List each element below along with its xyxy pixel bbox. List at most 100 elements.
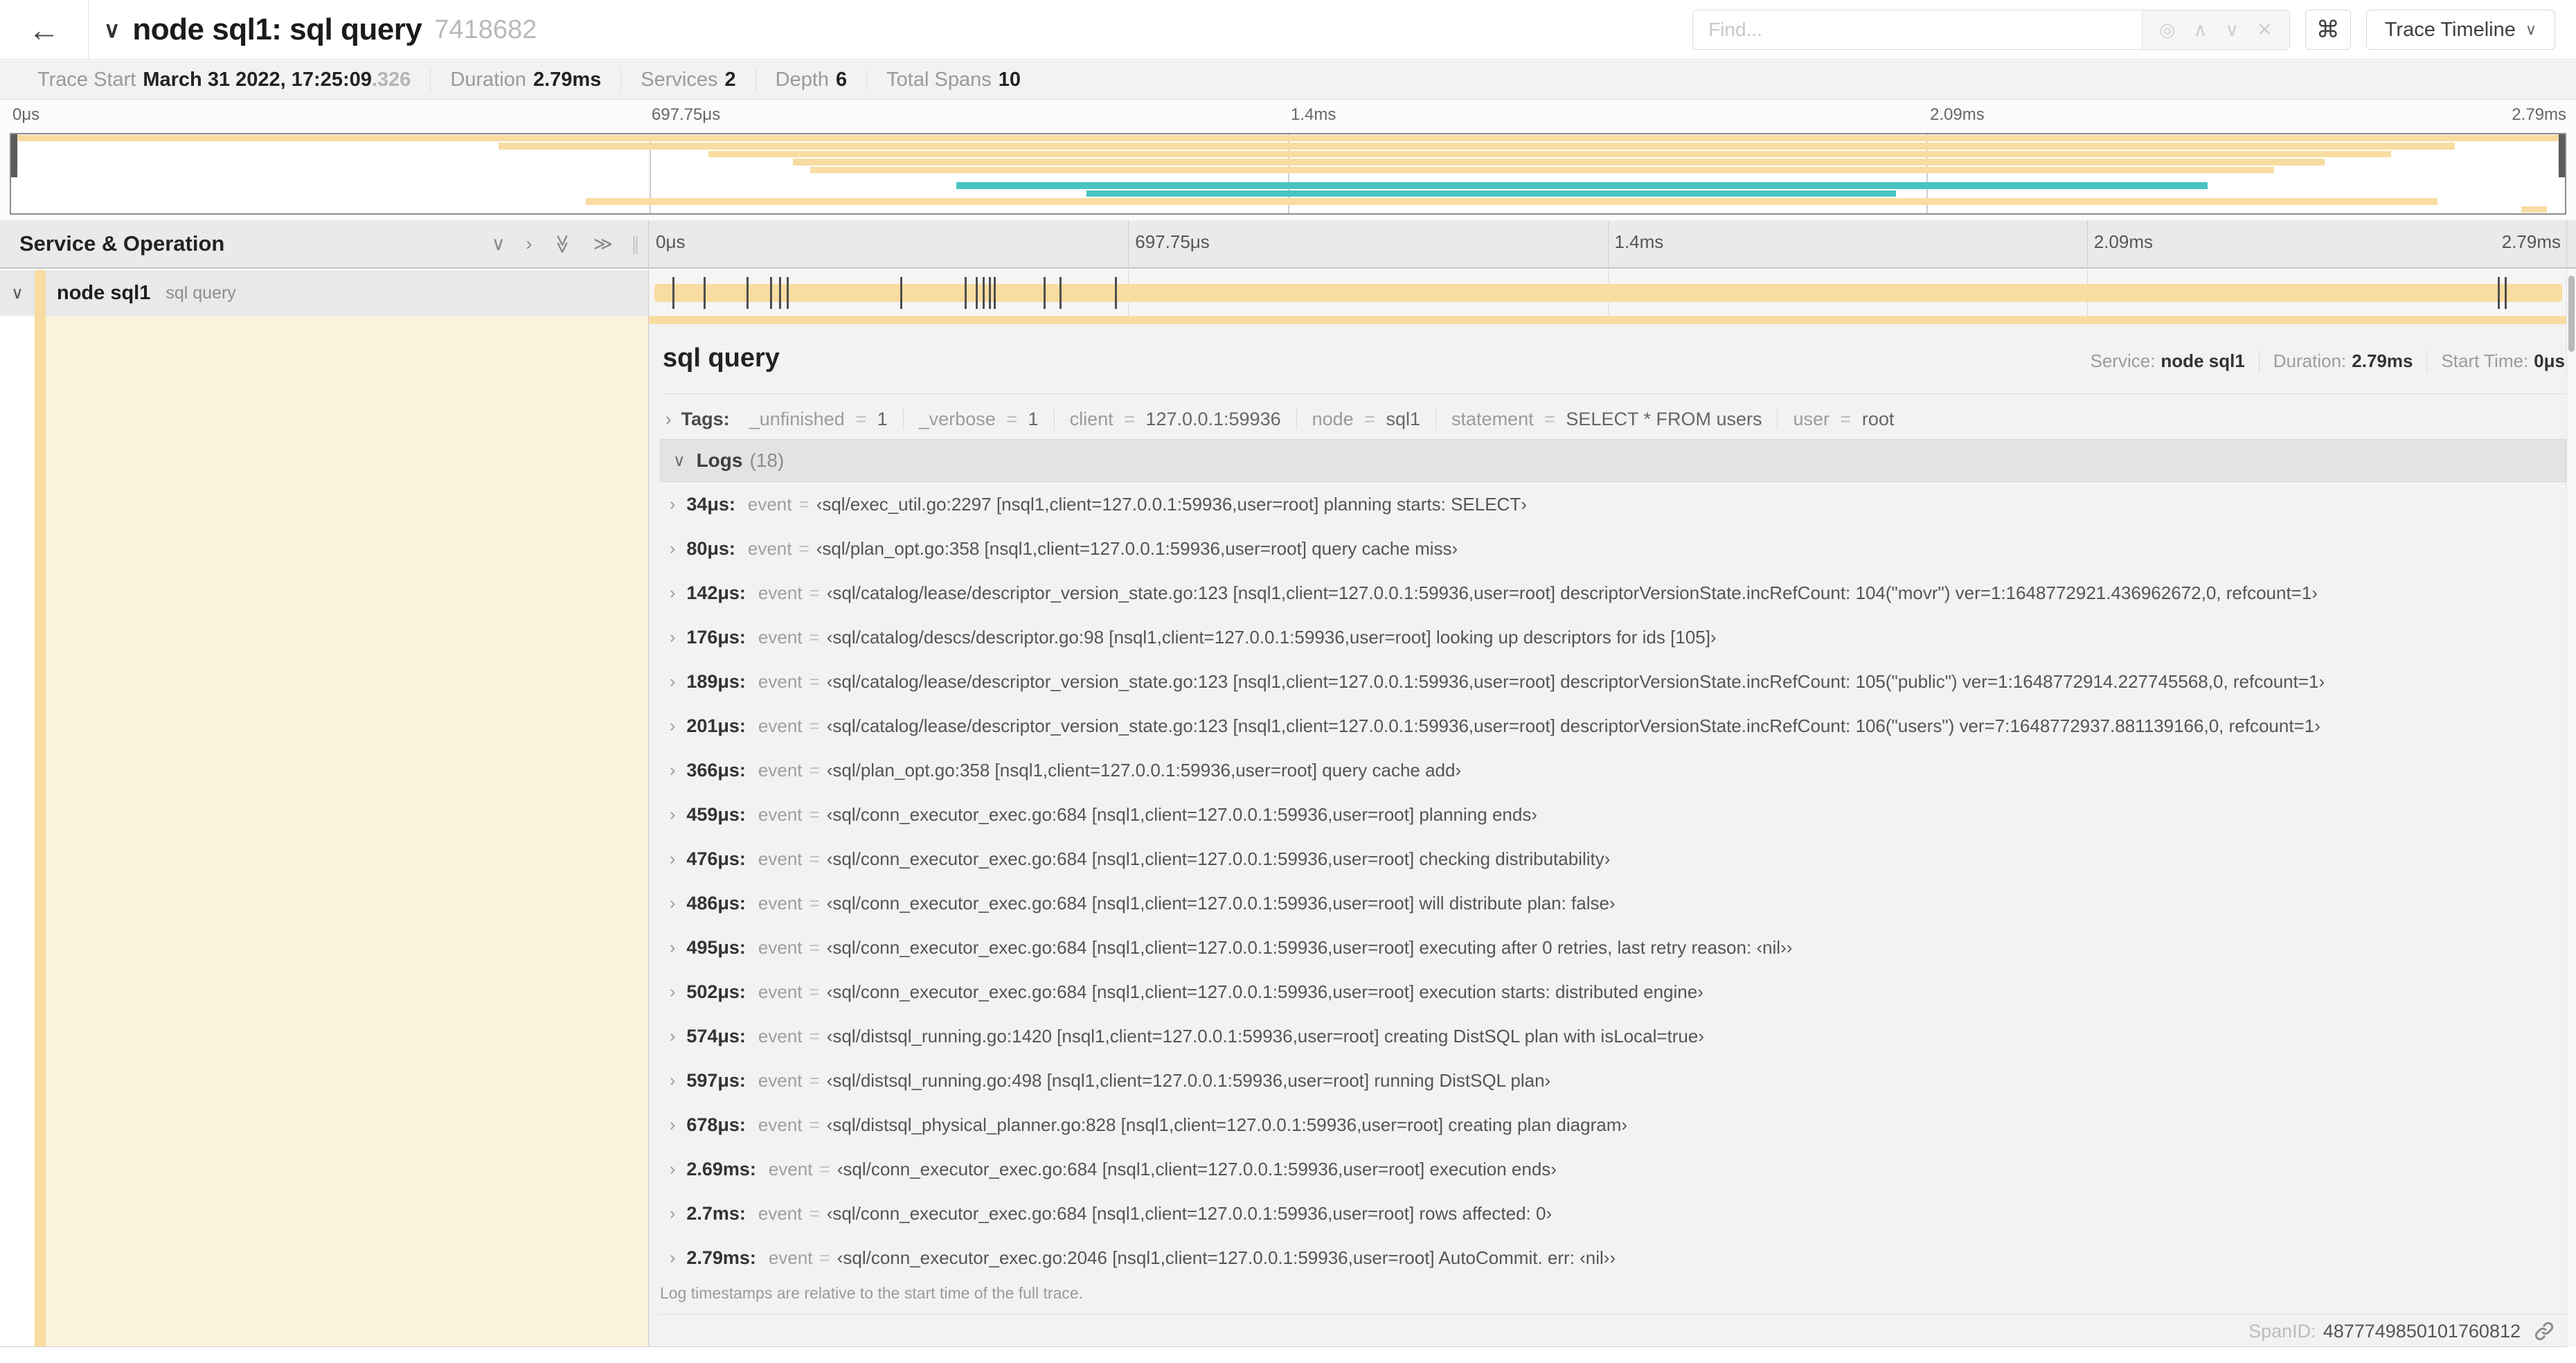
log-marker-tick[interactable] — [964, 277, 967, 309]
log-entry[interactable]: › 2.7ms: event = ‹sql/conn_executor_exec… — [660, 1191, 2566, 1236]
log-marker-tick[interactable] — [704, 277, 706, 309]
log-entry[interactable]: › 502μs: event = ‹sql/conn_executor_exec… — [660, 970, 2566, 1014]
scrollbar-thumb[interactable] — [2568, 276, 2575, 352]
view-selector-button[interactable]: Trace Timeline ∨ — [2365, 10, 2555, 50]
collapse-one-icon[interactable]: ∨ — [492, 233, 506, 255]
chevron-down-icon[interactable]: ∨ — [0, 283, 35, 303]
expand-one-icon[interactable]: › — [526, 233, 532, 255]
tag-value: root — [1861, 408, 1895, 429]
log-entry[interactable]: › 574μs: event = ‹sql/distsql_running.go… — [660, 1014, 2566, 1058]
expand-all-icon[interactable]: ≫ — [593, 233, 613, 255]
tag-item[interactable]: node = sql1 — [1297, 408, 1437, 430]
minimap-span-bar — [11, 135, 2565, 142]
log-entry[interactable]: › 2.79ms: event = ‹sql/conn_executor_exe… — [660, 1236, 2566, 1280]
minimap-span-bar — [810, 166, 2274, 174]
top-bar: ← ∨ node sql1: sql query 7418682 ◎ ∧ ∨ ✕… — [0, 0, 2576, 60]
back-button[interactable]: ← — [0, 0, 89, 60]
log-marker-tick[interactable] — [2504, 277, 2507, 309]
span-duration-bar[interactable] — [654, 284, 2563, 302]
keyboard-shortcuts-button[interactable]: ⌘ — [2305, 10, 2351, 50]
log-marker-tick[interactable] — [787, 277, 789, 309]
log-entry[interactable]: › 597μs: event = ‹sql/distsql_running.go… — [660, 1058, 2566, 1103]
log-entry[interactable]: › 34μs: event = ‹sql/exec_util.go:2297 [… — [660, 482, 2566, 526]
chevron-right-icon: › — [670, 494, 676, 514]
time-tick-label: 2.79ms — [2512, 105, 2566, 124]
minimap-span-row — [11, 174, 2565, 181]
log-marker-tick[interactable] — [994, 277, 996, 309]
log-entry[interactable]: › 189μs: event = ‹sql/catalog/lease/desc… — [660, 659, 2566, 704]
column-resize-handle[interactable]: ∥ — [631, 233, 641, 255]
clear-search-icon[interactable]: ✕ — [2257, 19, 2273, 41]
tag-item[interactable]: statement = SELECT * FROM users — [1436, 408, 1778, 430]
log-message: ‹sql/conn_executor_exec.go:684 [nsql1,cl… — [837, 1158, 1557, 1179]
log-entry[interactable]: › 366μs: event = ‹sql/plan_opt.go:358 [n… — [660, 748, 2566, 792]
log-marker-tick[interactable] — [983, 277, 985, 309]
tag-item[interactable]: _verbose = 1 — [904, 408, 1055, 430]
log-marker-tick[interactable] — [1059, 277, 1062, 309]
log-marker-tick[interactable] — [672, 277, 674, 309]
chevron-right-icon: › — [670, 715, 676, 736]
chevron-right-icon: › — [670, 671, 676, 691]
log-entry[interactable]: › 486μs: event = ‹sql/conn_executor_exec… — [660, 881, 2566, 925]
tag-item[interactable]: user = root — [1778, 409, 1909, 430]
log-timestamp: 2.7ms: — [686, 1202, 746, 1224]
chevron-right-icon: › — [670, 1114, 676, 1134]
log-marker-tick[interactable] — [746, 277, 749, 309]
minimap-right-scrubber[interactable] — [2559, 134, 2565, 177]
tags-row[interactable]: › Tags: _unfinished = 1 _verbose = 1 cli… — [663, 402, 2565, 436]
tag-item[interactable]: client = 127.0.0.1:59936 — [1055, 408, 1297, 430]
log-entry[interactable]: › 476μs: event = ‹sql/conn_executor_exec… — [660, 837, 2566, 881]
minimap-span-row — [11, 166, 2565, 174]
log-marker-tick[interactable] — [989, 277, 992, 309]
log-marker-tick[interactable] — [976, 277, 978, 309]
tag-key: _verbose — [918, 408, 996, 429]
collapse-all-icon[interactable]: ≫ — [552, 234, 573, 253]
find-input[interactable] — [1693, 10, 2143, 49]
log-field-name: event — [758, 848, 803, 869]
span-name-cell[interactable]: ∨ node sql1 sql query — [0, 270, 649, 316]
minimap-canvas[interactable] — [10, 133, 2566, 215]
command-icon: ⌘ — [2316, 17, 2340, 43]
log-marker-tick[interactable] — [769, 277, 772, 309]
chevron-right-icon: › — [670, 893, 676, 913]
trace-summary-bar: Trace Start March 31 2022, 17:25:09.326 D… — [0, 60, 2576, 100]
equals-sign: = — [809, 1114, 820, 1135]
minimap-span-row — [11, 190, 2565, 197]
tag-value: sql1 — [1386, 408, 1421, 429]
minimap-left-scrubber[interactable] — [11, 134, 17, 177]
prev-result-icon[interactable]: ∧ — [2194, 19, 2208, 41]
link-icon[interactable] — [2533, 1320, 2555, 1342]
log-entry[interactable]: › 495μs: event = ‹sql/conn_executor_exec… — [660, 925, 2566, 970]
minimap-span-row — [11, 197, 2565, 205]
vertical-scrollbar[interactable] — [2566, 270, 2576, 1347]
tag-item[interactable]: _unfinished = 1 — [734, 408, 904, 430]
tag-key: node — [1312, 408, 1354, 429]
log-entry[interactable]: › 2.69ms: event = ‹sql/conn_executor_exe… — [660, 1147, 2566, 1191]
chevron-down-icon[interactable]: ∨ — [104, 17, 120, 43]
log-entry[interactable]: › 142μs: event = ‹sql/catalog/lease/desc… — [660, 571, 2566, 615]
minimap-span-row — [11, 150, 2565, 158]
log-marker-tick[interactable] — [900, 277, 903, 309]
log-marker-tick[interactable] — [1114, 277, 1117, 309]
next-result-icon[interactable]: ∨ — [2225, 19, 2239, 41]
locate-icon[interactable]: ◎ — [2159, 19, 2176, 41]
logs-footnote: Log timestamps are relative to the start… — [660, 1284, 2566, 1315]
log-marker-tick[interactable] — [778, 277, 781, 309]
log-entry[interactable]: › 201μs: event = ‹sql/catalog/lease/desc… — [660, 704, 2566, 748]
timeline-header-row: Service & Operation ∨ › ≫ ≫ ∥ 0μs 697.75μ… — [0, 220, 2576, 269]
log-marker-tick[interactable] — [1043, 277, 1046, 309]
log-entry[interactable]: › 176μs: event = ‹sql/catalog/descs/desc… — [660, 615, 2566, 659]
ruler-gridline — [2086, 220, 2088, 267]
log-field-name: event — [768, 1158, 813, 1179]
log-message: ‹sql/conn_executor_exec.go:684 [nsql1,cl… — [826, 848, 1611, 869]
logs-section-header[interactable]: ∨ Logs (18) — [660, 439, 2566, 482]
log-entry[interactable]: › 80μs: event = ‹sql/plan_opt.go:358 [ns… — [660, 526, 2566, 571]
log-entry[interactable]: › 459μs: event = ‹sql/conn_executor_exec… — [660, 792, 2566, 837]
log-marker-tick[interactable] — [2497, 277, 2500, 309]
collapse-controls: ∨ › ≫ ≫ — [492, 233, 613, 255]
log-entry[interactable]: › 678μs: event = ‹sql/distsql_physical_p… — [660, 1103, 2566, 1147]
log-field-name: event — [758, 1025, 803, 1046]
equals-sign: = — [819, 1158, 830, 1179]
span-detail-title: sql query — [663, 344, 780, 373]
span-bar-cell — [649, 270, 2566, 316]
